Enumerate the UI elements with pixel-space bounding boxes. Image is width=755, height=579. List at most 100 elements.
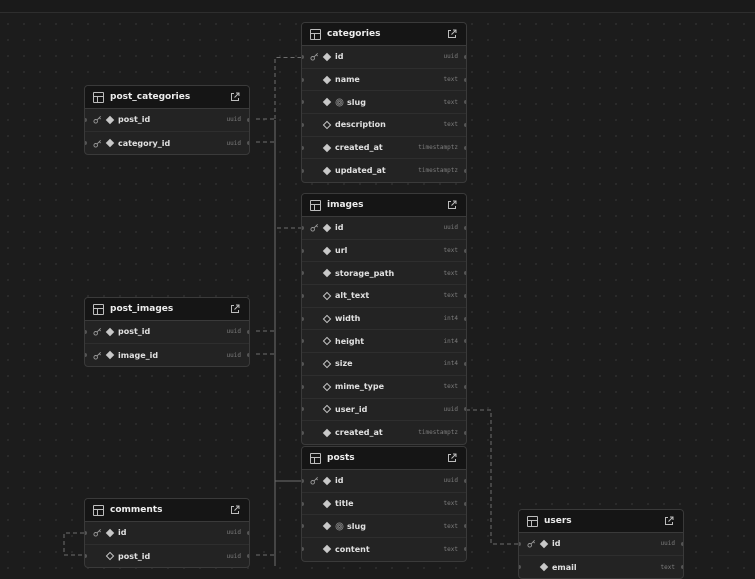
connection-handle[interactable]: [519, 541, 521, 546]
column-row[interactable]: post_id uuid: [85, 545, 249, 568]
connection-handle[interactable]: [302, 77, 304, 82]
column-row[interactable]: id uuid: [302, 470, 466, 493]
connection-handle[interactable]: [464, 384, 466, 389]
connection-handle[interactable]: [464, 100, 466, 105]
connection-handle[interactable]: [464, 168, 466, 173]
column-row[interactable]: category_id uuid: [85, 132, 249, 155]
column-row[interactable]: id uuid: [302, 46, 466, 69]
open-table-icon[interactable]: [446, 28, 458, 40]
connection-handle[interactable]: [85, 353, 87, 358]
connection-handle[interactable]: [302, 248, 304, 253]
column-row[interactable]: slug text: [302, 515, 466, 539]
connection-handle[interactable]: [302, 271, 304, 276]
connection-handle[interactable]: [302, 478, 304, 483]
open-table-icon[interactable]: [229, 303, 241, 315]
connection-handle[interactable]: [302, 361, 304, 366]
column-row[interactable]: width int4: [302, 308, 466, 331]
column-row[interactable]: updated_at timestamptz: [302, 159, 466, 182]
table-header[interactable]: users: [519, 510, 683, 533]
connection-handle[interactable]: [464, 361, 466, 366]
column-row[interactable]: size int4: [302, 353, 466, 376]
connection-handle[interactable]: [302, 501, 304, 506]
column-row[interactable]: alt_text text: [302, 285, 466, 308]
table-post_categories[interactable]: post_categories post_id uuid category_id uui…: [84, 85, 250, 156]
column-row[interactable]: post_id uuid: [85, 321, 249, 344]
connection-handle[interactable]: [464, 293, 466, 298]
connection-handle[interactable]: [464, 478, 466, 483]
connection-handle[interactable]: [464, 145, 466, 150]
connection-handle[interactable]: [247, 329, 249, 334]
connection-handle[interactable]: [681, 541, 683, 546]
open-table-icon[interactable]: [446, 452, 458, 464]
connection-handle[interactable]: [464, 316, 466, 321]
column-row[interactable]: created_at timestamptz: [302, 137, 466, 160]
table-post_images[interactable]: post_images post_id uuid image_id uuid: [84, 297, 250, 368]
connection-handle[interactable]: [464, 524, 466, 529]
connection-handle[interactable]: [302, 407, 304, 412]
open-table-icon[interactable]: [229, 504, 241, 516]
table-header[interactable]: comments: [85, 499, 249, 522]
column-row[interactable]: description text: [302, 114, 466, 137]
connection-handle[interactable]: [302, 293, 304, 298]
table-images[interactable]: images id uuid url text storage_path text alt_t…: [301, 193, 467, 445]
connection-handle[interactable]: [464, 248, 466, 253]
column-row[interactable]: url text: [302, 240, 466, 263]
connection-handle[interactable]: [464, 77, 466, 82]
connection-handle[interactable]: [464, 430, 466, 435]
connection-handle[interactable]: [85, 117, 87, 122]
table-comments[interactable]: comments id uuid post_id uuid: [84, 498, 250, 569]
column-row[interactable]: created_at timestamptz: [302, 421, 466, 444]
table-header[interactable]: posts: [302, 447, 466, 470]
connection-handle[interactable]: [464, 547, 466, 552]
column-row[interactable]: slug text: [302, 91, 466, 115]
column-row[interactable]: image_id uuid: [85, 344, 249, 367]
connection-handle[interactable]: [464, 122, 466, 127]
connection-handle[interactable]: [247, 141, 249, 146]
table-header[interactable]: post_images: [85, 298, 249, 321]
connection-handle[interactable]: [302, 145, 304, 150]
connection-handle[interactable]: [85, 329, 87, 334]
connection-handle[interactable]: [464, 54, 466, 59]
column-row[interactable]: user_id uuid: [302, 399, 466, 422]
connection-handle[interactable]: [85, 530, 87, 535]
column-row[interactable]: title text: [302, 493, 466, 516]
connection-handle[interactable]: [247, 554, 249, 559]
connection-handle[interactable]: [302, 54, 304, 59]
connection-handle[interactable]: [464, 407, 466, 412]
connection-handle[interactable]: [302, 547, 304, 552]
column-row[interactable]: email text: [519, 556, 683, 579]
column-row[interactable]: id uuid: [302, 217, 466, 240]
table-users[interactable]: users id uuid email text: [518, 509, 684, 579]
connection-handle[interactable]: [464, 271, 466, 276]
connection-handle[interactable]: [85, 554, 87, 559]
table-header[interactable]: post_categories: [85, 86, 249, 109]
connection-handle[interactable]: [247, 353, 249, 358]
column-row[interactable]: storage_path text: [302, 262, 466, 286]
table-posts[interactable]: posts id uuid title text slug text content text: [301, 446, 467, 562]
column-row[interactable]: content text: [302, 538, 466, 561]
column-row[interactable]: id uuid: [519, 533, 683, 556]
table-categories[interactable]: categories id uuid name text slug text descript…: [301, 22, 467, 184]
connection-handle[interactable]: [302, 524, 304, 529]
connection-handle[interactable]: [302, 168, 304, 173]
open-table-icon[interactable]: [663, 515, 675, 527]
connection-handle[interactable]: [302, 430, 304, 435]
connection-handle[interactable]: [302, 122, 304, 127]
connection-handle[interactable]: [247, 117, 249, 122]
connection-handle[interactable]: [464, 501, 466, 506]
connection-handle[interactable]: [464, 225, 466, 230]
connection-handle[interactable]: [302, 384, 304, 389]
connection-handle[interactable]: [302, 225, 304, 230]
connection-handle[interactable]: [247, 530, 249, 535]
connection-handle[interactable]: [85, 141, 87, 146]
table-header[interactable]: images: [302, 194, 466, 217]
column-row[interactable]: height int4: [302, 330, 466, 354]
open-table-icon[interactable]: [446, 199, 458, 211]
connection-handle[interactable]: [302, 339, 304, 344]
column-row[interactable]: post_id uuid: [85, 109, 249, 132]
connection-handle[interactable]: [302, 316, 304, 321]
column-row[interactable]: id uuid: [85, 522, 249, 545]
connection-handle[interactable]: [464, 339, 466, 344]
connection-handle[interactable]: [302, 100, 304, 105]
column-row[interactable]: mime_type text: [302, 376, 466, 399]
